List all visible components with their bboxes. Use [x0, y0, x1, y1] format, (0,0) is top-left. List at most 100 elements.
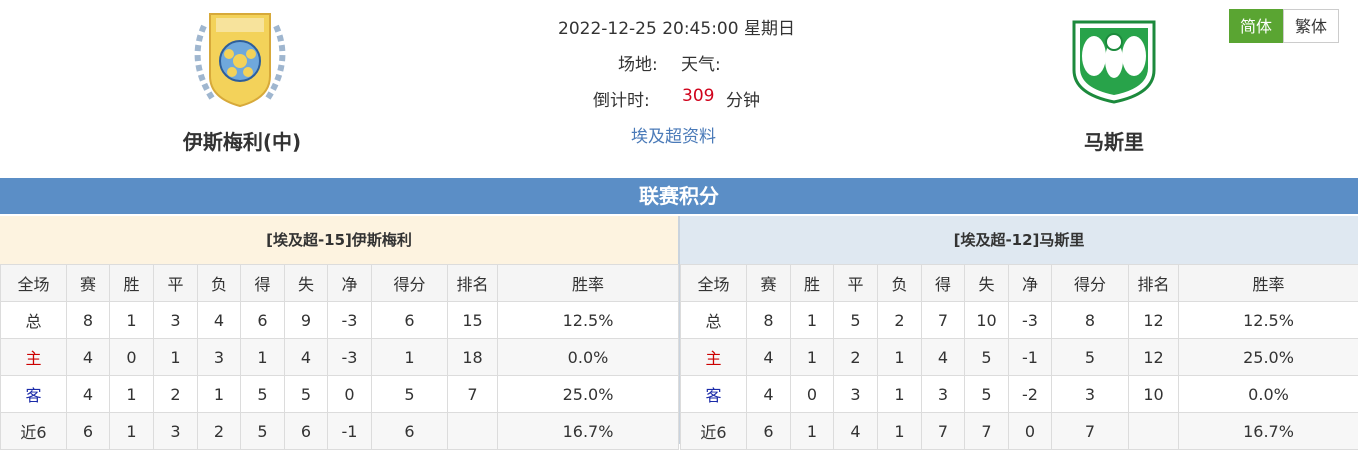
away-standings-table: 全场 赛 胜 平 负 得 失 净 得分 排名 胜率 总8152710-38121… [680, 264, 1358, 450]
table-cell: 0.0% [1179, 376, 1358, 413]
table-cell: -3 [1009, 302, 1052, 339]
table-cell: 1 [241, 339, 285, 376]
col-header: 净 [1009, 265, 1052, 302]
table-cell: 1 [791, 302, 834, 339]
away-table-header: 全场 赛 胜 平 负 得 失 净 得分 排名 胜率 [681, 265, 1358, 302]
table-cell: 0.0% [498, 339, 679, 376]
col-header: 负 [198, 265, 241, 302]
table-cell: 3 [1052, 376, 1129, 413]
col-header: 赛 [67, 265, 110, 302]
table-cell: 12.5% [498, 302, 679, 339]
table-cell: 6 [372, 302, 448, 339]
table-cell: 1 [878, 376, 922, 413]
table-cell: 3 [834, 376, 878, 413]
col-header: 平 [834, 265, 878, 302]
table-cell: 0 [791, 376, 834, 413]
table-cell: 4 [747, 339, 791, 376]
row-label: 客 [1, 376, 67, 413]
home-team-name[interactable]: 伊斯梅利(中) [112, 126, 372, 155]
table-cell: 12 [1129, 339, 1179, 376]
home-team-logo [182, 6, 298, 114]
table-cell: -3 [328, 339, 372, 376]
col-header: 平 [154, 265, 198, 302]
table-cell: 5 [372, 376, 448, 413]
table-cell: 1 [110, 376, 154, 413]
col-header: 胜 [791, 265, 834, 302]
countdown-value: 309 [682, 86, 714, 106]
table-cell: 6 [241, 302, 285, 339]
home-standings-title: [埃及超-15]伊斯梅利 [0, 216, 678, 264]
table-cell: 12 [1129, 302, 1179, 339]
col-header: 全场 [681, 265, 747, 302]
ismaily-crest-icon [182, 6, 298, 114]
col-header: 胜 [110, 265, 154, 302]
table-cell: 4 [67, 376, 110, 413]
lang-traditional-button[interactable]: 繁体 [1283, 9, 1339, 43]
table-cell: 25.0% [498, 376, 679, 413]
row-label: 主 [681, 339, 747, 376]
table-cell: 8 [1052, 302, 1129, 339]
table-cell: 4 [67, 339, 110, 376]
table-row: 总8152710-381212.5% [681, 302, 1358, 339]
table-cell: 5 [834, 302, 878, 339]
table-row: 主401314-31180.0% [1, 339, 679, 376]
table-cell: 5 [241, 376, 285, 413]
al-masry-crest-icon [1064, 12, 1164, 104]
table-cell: 3 [922, 376, 965, 413]
col-header: 全场 [1, 265, 67, 302]
table-cell: 2 [154, 376, 198, 413]
row-label: 主 [1, 339, 67, 376]
col-header: 排名 [448, 265, 498, 302]
table-cell: 1 [198, 376, 241, 413]
table-cell: 3 [198, 339, 241, 376]
col-header: 胜率 [498, 265, 679, 302]
table-cell: 1 [878, 339, 922, 376]
away-team-logo [1064, 12, 1164, 104]
home-table-header: 全场 赛 胜 平 负 得 失 净 得分 排名 胜率 [1, 265, 679, 302]
table-row: 客41215505725.0% [1, 376, 679, 413]
table-cell: 8 [747, 302, 791, 339]
table-cell: 15 [448, 302, 498, 339]
table-row: 客403135-23100.0% [681, 376, 1358, 413]
table-cell: 2 [834, 339, 878, 376]
table-cell: 5 [965, 339, 1009, 376]
col-header: 失 [285, 265, 328, 302]
venue-label: 场地: [618, 50, 658, 75]
away-team-name[interactable]: 马斯里 [984, 126, 1244, 155]
col-header: 净 [328, 265, 372, 302]
col-header: 得分 [372, 265, 448, 302]
lang-simplified-button[interactable]: 简体 [1229, 9, 1283, 43]
home-standings-table: 全场 赛 胜 平 负 得 失 净 得分 排名 胜率 总813469-361512… [0, 264, 679, 450]
table-cell: -3 [328, 302, 372, 339]
col-header: 胜率 [1179, 265, 1358, 302]
match-datetime: 2022-12-25 20:45:00 星期日 [558, 14, 795, 39]
table-cell: 9 [285, 302, 328, 339]
col-header: 得分 [1052, 265, 1129, 302]
table-cell: 5 [1052, 339, 1129, 376]
table-cell: 1 [110, 302, 154, 339]
table-cell: 7 [922, 302, 965, 339]
table-cell: 1 [372, 339, 448, 376]
countdown-unit: 分钟 [726, 86, 760, 111]
table-cell: 12.5% [1179, 302, 1358, 339]
table-cell: 4 [198, 302, 241, 339]
row-label: 总 [681, 302, 747, 339]
table-cell: 4 [922, 339, 965, 376]
col-header: 失 [965, 265, 1009, 302]
table-cell: 25.0% [1179, 339, 1358, 376]
table-cell: 2 [878, 302, 922, 339]
away-standings-title: [埃及超-12]马斯里 [680, 216, 1358, 264]
league-info-link[interactable]: 埃及超资料 [631, 122, 716, 147]
row-label: 客 [681, 376, 747, 413]
table-cell: -1 [1009, 339, 1052, 376]
table-cell: -2 [1009, 376, 1052, 413]
table-cell: 10 [1129, 376, 1179, 413]
col-header: 得 [241, 265, 285, 302]
table-cell: 18 [448, 339, 498, 376]
table-row: 总813469-361512.5% [1, 302, 679, 339]
weather-label: 天气: [681, 50, 721, 75]
table-cell: 0 [110, 339, 154, 376]
countdown-label: 倒计时: [593, 86, 650, 111]
table-cell: 4 [285, 339, 328, 376]
table-cell: 8 [67, 302, 110, 339]
